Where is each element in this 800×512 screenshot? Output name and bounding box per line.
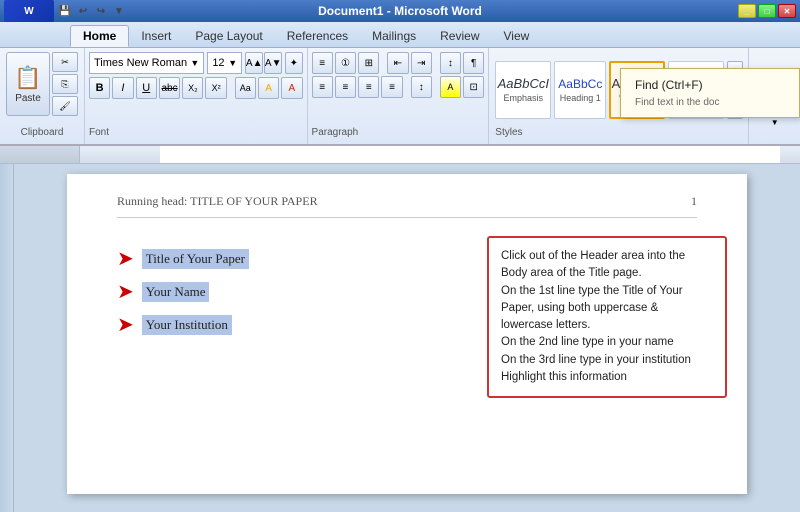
find-item[interactable]: Find (Ctrl+F) — [621, 73, 799, 97]
quick-dropdown-btn[interactable]: ▼ — [111, 3, 127, 19]
font-label: Font — [89, 127, 303, 140]
style-emphasis-preview: AaBbCcI — [498, 76, 549, 91]
font-section: Times New Roman ▼ 12 ▼ A▲ A▼ ✦ B I U abc… — [85, 48, 308, 144]
ribbon: 📋 Paste ✂ ⎘ 🖌 Clipboard Times New Roman … — [0, 48, 800, 146]
font-color-btn[interactable]: A — [281, 77, 302, 99]
bullets-btn[interactable]: ≡ — [312, 52, 333, 74]
superscript-btn[interactable]: X² — [205, 77, 226, 99]
multilevel-list-btn[interactable]: ⊞ — [358, 52, 379, 74]
underline-btn[interactable]: U — [136, 77, 157, 99]
subscript-btn[interactable]: X₂ — [182, 77, 203, 99]
instruction-line-2: Body area of the Title page. — [501, 265, 713, 282]
ruler — [0, 146, 800, 164]
font-name-box[interactable]: Times New Roman ▼ — [89, 52, 204, 74]
justify-btn[interactable]: ≡ — [381, 76, 402, 98]
numbering-btn[interactable]: ① — [335, 52, 356, 74]
close-btn[interactable]: ✕ — [778, 4, 796, 18]
main-area: Running head: TITLE OF YOUR PAPER 1 ➤ Ti… — [0, 164, 800, 512]
align-right-btn[interactable]: ≡ — [358, 76, 379, 98]
font-size-box[interactable]: 12 ▼ — [207, 52, 242, 74]
paragraph-label: Paragraph — [312, 127, 485, 140]
italic-btn[interactable]: I — [112, 77, 133, 99]
font-size-dropdown-icon: ▼ — [228, 58, 237, 68]
highlight-btn[interactable]: A — [258, 77, 279, 99]
tab-page-layout[interactable]: Page Layout — [183, 25, 274, 47]
page-number: 1 — [691, 194, 697, 209]
tab-review[interactable]: Review — [428, 25, 491, 47]
show-marks-btn[interactable]: ¶ — [463, 52, 484, 74]
cut-btn[interactable]: ✂ — [52, 52, 78, 72]
running-head-text: Running head: TITLE OF YOUR PAPER — [117, 194, 318, 209]
document-area: Running head: TITLE OF YOUR PAPER 1 ➤ Ti… — [14, 164, 800, 512]
strikethrough-btn[interactable]: abc — [159, 77, 180, 99]
tab-home[interactable]: Home — [70, 25, 129, 47]
instruction-line-4: Paper, using both uppercase & — [501, 300, 713, 317]
clear-formatting-btn[interactable]: ✦ — [285, 52, 302, 74]
tab-insert[interactable]: Insert — [129, 25, 183, 47]
clipboard-section: 📋 Paste ✂ ⎘ 🖌 Clipboard — [0, 48, 85, 144]
quick-undo-btn[interactable]: ↩ — [75, 3, 91, 19]
tab-references[interactable]: References — [275, 25, 360, 47]
quick-save-btn[interactable]: 💾 — [57, 3, 73, 19]
maximize-btn[interactable]: □ — [758, 4, 776, 18]
instruction-line-3: On the 1st line type the Title of Your — [501, 283, 713, 300]
page-body: ➤ Title of Your Paper ➤ Your Name ➤ Your… — [117, 236, 697, 337]
line-3-text[interactable]: Your Institution — [142, 315, 232, 335]
style-emphasis[interactable]: AaBbCcI Emphasis — [495, 61, 551, 119]
change-styles-dropdown-icon: ▼ — [771, 118, 779, 127]
title-bar: W 💾 ↩ ↪ ▼ Document1 - Microsoft Word _ □… — [0, 0, 800, 22]
sort-btn[interactable]: ↕ — [440, 52, 461, 74]
style-emphasis-label: Emphasis — [504, 93, 544, 103]
font-name-dropdown-icon: ▼ — [190, 58, 199, 68]
align-center-btn[interactable]: ≡ — [335, 76, 356, 98]
paste-label: Paste — [15, 93, 41, 104]
word-icon: W — [4, 0, 54, 22]
arrow-1: ➤ — [117, 246, 134, 271]
styles-label: Styles — [495, 127, 742, 140]
instruction-line-8: Highlight this information — [501, 369, 713, 386]
paragraph-section: ≡ ① ⊞ ⇤ ⇥ ↕ ¶ ≡ ≡ ≡ ≡ ↕ A ⊡ Paragraph — [308, 48, 490, 144]
line-spacing-btn[interactable]: ↕ — [411, 76, 432, 98]
increase-indent-btn[interactable]: ⇥ — [411, 52, 432, 74]
copy-btn[interactable]: ⎘ — [52, 74, 78, 94]
font-size-decrease-btn[interactable]: A▼ — [264, 52, 282, 74]
instruction-line-1: Click out of the Header area into the — [501, 248, 713, 265]
instruction-line-6: On the 2nd line type in your name — [501, 334, 713, 351]
page-header: Running head: TITLE OF YOUR PAPER 1 — [117, 194, 697, 218]
style-heading1-label: Heading 1 — [560, 93, 601, 103]
find-dropdown: Find (Ctrl+F) Find text in the doc — [620, 68, 800, 118]
minimize-btn[interactable]: _ — [738, 4, 756, 18]
align-left-btn[interactable]: ≡ — [312, 76, 333, 98]
left-sidebar — [0, 164, 14, 512]
paste-icon: 📋 — [14, 65, 41, 91]
quick-redo-btn[interactable]: ↪ — [93, 3, 109, 19]
tab-mailings[interactable]: Mailings — [360, 25, 428, 47]
instruction-line-5: lowercase letters. — [501, 317, 713, 334]
style-heading1[interactable]: AaBbCc Heading 1 — [554, 61, 606, 119]
decrease-indent-btn[interactable]: ⇤ — [387, 52, 408, 74]
style-heading1-preview: AaBbCc — [558, 77, 602, 91]
bold-btn[interactable]: B — [89, 77, 110, 99]
arrow-2: ➤ — [117, 279, 134, 304]
clipboard-label: Clipboard — [21, 127, 64, 140]
clipboard-small-btns: ✂ ⎘ 🖌 — [52, 52, 78, 116]
line-2-text[interactable]: Your Name — [142, 282, 210, 302]
instruction-line-7: On the 3rd line type in your institution — [501, 352, 713, 369]
font-size-increase-btn[interactable]: A▲ — [245, 52, 263, 74]
paste-button[interactable]: 📋 Paste — [6, 52, 50, 116]
borders-btn[interactable]: ⊡ — [463, 76, 484, 98]
ruler-inner — [160, 146, 780, 163]
format-painter-btn[interactable]: 🖌 — [52, 96, 78, 116]
shading-btn[interactable]: A — [440, 76, 461, 98]
arrow-3: ➤ — [117, 312, 134, 337]
document-page: Running head: TITLE OF YOUR PAPER 1 ➤ Ti… — [67, 174, 747, 494]
title-bar-text: Document1 - Microsoft Word — [318, 4, 482, 18]
ribbon-tabs: Home Insert Page Layout References Maili… — [0, 22, 800, 48]
instruction-box: Click out of the Header area into the Bo… — [487, 236, 727, 398]
tab-view[interactable]: View — [492, 25, 542, 47]
text-effects-btn[interactable]: Aa — [235, 77, 256, 99]
line-1-text[interactable]: Title of Your Paper — [142, 249, 249, 269]
find-item-sub: Find text in the doc — [621, 97, 799, 113]
